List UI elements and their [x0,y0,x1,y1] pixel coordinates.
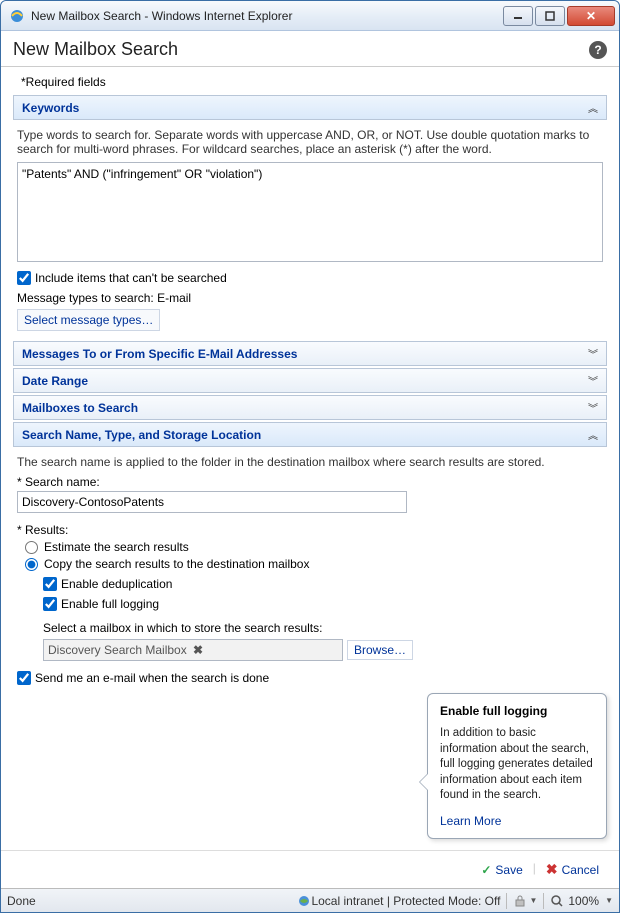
chevron-up-icon: ︽ [588,427,598,442]
minimize-button[interactable] [503,6,533,26]
zoom-icon[interactable] [550,894,564,908]
copy-radio[interactable] [25,558,38,571]
learn-more-link[interactable]: Learn More [440,814,501,828]
section-header-messages[interactable]: Messages To or From Specific E-Mail Addr… [13,341,607,366]
chevron-down-icon: ︾ [588,373,598,388]
content-area: *Required fields Keywords ︽ Type words t… [1,73,619,850]
window-controls: ✕ [503,6,615,26]
estimate-radio[interactable] [25,541,38,554]
close-button[interactable]: ✕ [567,6,615,26]
mailbox-value: Discovery Search Mailbox [48,643,189,657]
window: New Mailbox Search - Windows Internet Ex… [0,0,620,913]
mailbox-field[interactable]: Discovery Search Mailbox ✖ [43,639,343,661]
save-label: Save [495,863,522,877]
page-title: New Mailbox Search [13,39,589,60]
tooltip-enable-full-logging: Enable full logging In addition to basic… [427,693,607,839]
section-header-keywords[interactable]: Keywords ︽ [13,95,607,120]
cancel-x-icon: ✖ [546,861,558,878]
results-label: * Results: [17,523,603,537]
select-message-types-link[interactable]: Select message types… [17,309,160,331]
footer-actions: ✓ Save | ✖ Cancel [1,850,619,888]
tooltip-body: In addition to basic information about t… [440,726,594,804]
section-header-name-type[interactable]: Search Name, Type, and Storage Location … [13,422,607,447]
full-log-checkbox[interactable] [43,597,57,611]
keywords-hint: Type words to search for. Separate words… [17,128,603,156]
chevron-up-icon: ︽ [588,100,598,115]
chevron-down-icon: ︾ [588,400,598,415]
help-icon[interactable]: ? [589,41,607,59]
section-header-date-range[interactable]: Date Range ︾ [13,368,607,393]
email-when-done-label: Send me an e-mail when the search is don… [35,671,269,685]
title-divider [1,66,619,67]
full-log-label: Enable full logging [61,597,159,611]
estimate-label: Estimate the search results [44,540,189,554]
keywords-body: Type words to search for. Separate words… [13,122,607,341]
copy-label: Copy the search results to the destinati… [44,557,309,571]
ie-icon [9,8,25,24]
status-zone: Local intranet | Protected Mode: Off [311,894,500,908]
search-name-input[interactable] [17,491,407,513]
section-title-keywords: Keywords [22,101,588,115]
email-when-done-checkbox[interactable] [17,671,31,685]
statusbar: Done Local intranet | Protected Mode: Of… [1,888,619,912]
chevron-down-icon: ︾ [588,346,598,361]
save-button[interactable]: ✓ Save [481,861,522,878]
section-title-date-range: Date Range [22,374,588,388]
include-unsearchable-label: Include items that can't be searched [35,271,227,285]
drop-arrow-icon[interactable]: ▼ [529,896,537,905]
titlebar: New Mailbox Search - Windows Internet Ex… [1,1,619,31]
include-unsearchable-checkbox[interactable] [17,271,31,285]
name-type-body: The search name is applied to the folder… [13,449,607,701]
select-mailbox-label: Select a mailbox in which to store the s… [43,621,603,635]
body-area: New Mailbox Search ? *Required fields Ke… [1,31,619,912]
message-types-label: Message types to search: E-mail [17,291,603,305]
section-header-mailboxes[interactable]: Mailboxes to Search ︾ [13,395,607,420]
remove-mailbox-icon[interactable]: ✖ [189,643,338,657]
browse-button[interactable]: Browse… [347,640,413,660]
drop-arrow-icon[interactable]: ▼ [605,896,613,905]
required-fields-label: *Required fields [21,75,607,89]
section-title-messages: Messages To or From Specific E-Mail Addr… [22,347,588,361]
section-title-name-type: Search Name, Type, and Storage Location [22,428,588,442]
name-type-desc: The search name is applied to the folder… [17,455,603,469]
search-name-label: * Search name: [17,475,603,489]
window-title: New Mailbox Search - Windows Internet Ex… [31,9,503,23]
dedup-checkbox[interactable] [43,577,57,591]
maximize-button[interactable] [535,6,565,26]
tooltip-title: Enable full logging [440,704,594,718]
cancel-label: Cancel [562,863,599,877]
section-title-mailboxes: Mailboxes to Search [22,401,588,415]
keywords-input[interactable] [17,162,603,262]
dedup-label: Enable deduplication [61,577,172,591]
security-icon[interactable] [513,894,527,908]
check-icon: ✓ [481,863,491,877]
cancel-button[interactable]: ✖ Cancel [546,861,599,878]
zone-icon [297,894,311,908]
zoom-level[interactable]: 100% [568,894,599,908]
status-done: Done [7,894,36,908]
